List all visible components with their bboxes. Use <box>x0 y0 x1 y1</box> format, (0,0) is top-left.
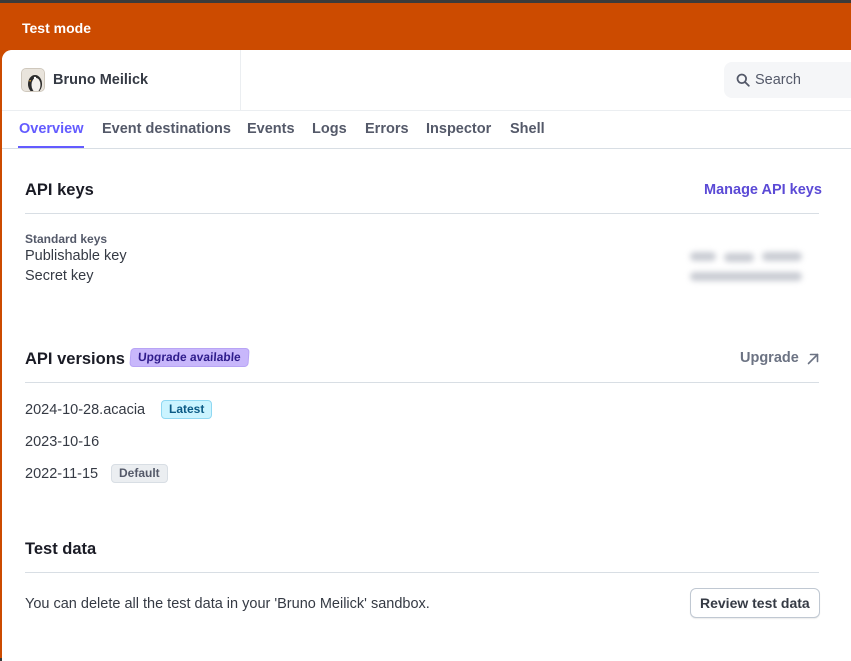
upgrade-link[interactable]: Upgrade <box>740 350 799 366</box>
api-keys-divider <box>25 213 819 214</box>
account-switcher[interactable]: Bruno Meilick <box>2 50 241 110</box>
search-icon <box>736 73 750 87</box>
test-data-divider <box>25 572 819 573</box>
publishable-key-label: Publishable key <box>25 248 127 264</box>
api-keys-title: API keys <box>25 181 94 199</box>
penguin-avatar-icon <box>21 68 45 92</box>
search-label: Search <box>755 72 801 88</box>
publishable-key-value-redacted-2 <box>724 253 754 262</box>
secret-key-label: Secret key <box>25 268 94 284</box>
test-data-description: You can delete all the test data in your… <box>25 596 430 612</box>
active-tab-indicator <box>18 146 84 148</box>
top-bar: Bruno Meilick Search <box>2 50 851 110</box>
test-mode-banner: Test mode <box>0 6 851 50</box>
manage-api-keys-link[interactable]: Manage API keys <box>704 182 822 198</box>
version-item: 2023-10-16 <box>25 434 100 450</box>
account-name: Bruno Meilick <box>53 72 149 88</box>
external-arrow-icon <box>807 352 819 365</box>
version-item: 2022-11-15 <box>25 466 99 482</box>
standard-keys-label: Standard keys <box>25 232 108 246</box>
tab-bar: Overview Event destinations Events Logs … <box>2 111 851 149</box>
tab-event-destinations[interactable]: Event destinations <box>102 121 231 137</box>
tab-logs[interactable]: Logs <box>312 121 347 137</box>
secret-key-value-redacted[interactable] <box>690 272 802 281</box>
upgrade-available-badge: Upgrade available <box>129 348 250 367</box>
default-badge: Default <box>111 464 168 483</box>
api-versions-title: API versions <box>25 350 125 368</box>
api-versions-divider <box>25 382 819 383</box>
review-test-data-button[interactable]: Review test data <box>690 588 820 618</box>
tab-shell[interactable]: Shell <box>510 121 545 137</box>
version-item: 2024-10-28.acacia <box>25 402 146 418</box>
test-mode-label: Test mode <box>22 20 91 36</box>
tab-errors[interactable]: Errors <box>365 121 409 137</box>
latest-badge: Latest <box>161 400 213 419</box>
test-data-title: Test data <box>25 540 97 558</box>
tab-events[interactable]: Events <box>247 121 295 137</box>
window-frame: Test mode Bruno Meilick Search Overview … <box>0 0 851 661</box>
publishable-key-value-redacted-3 <box>762 252 802 261</box>
publishable-key-value-redacted[interactable] <box>690 252 716 261</box>
tab-inspector[interactable]: Inspector <box>426 121 491 137</box>
dashboard-card: Bruno Meilick Search Overview Event dest… <box>2 50 851 661</box>
search-button[interactable]: Search <box>724 62 851 98</box>
tab-overview[interactable]: Overview <box>19 121 84 137</box>
